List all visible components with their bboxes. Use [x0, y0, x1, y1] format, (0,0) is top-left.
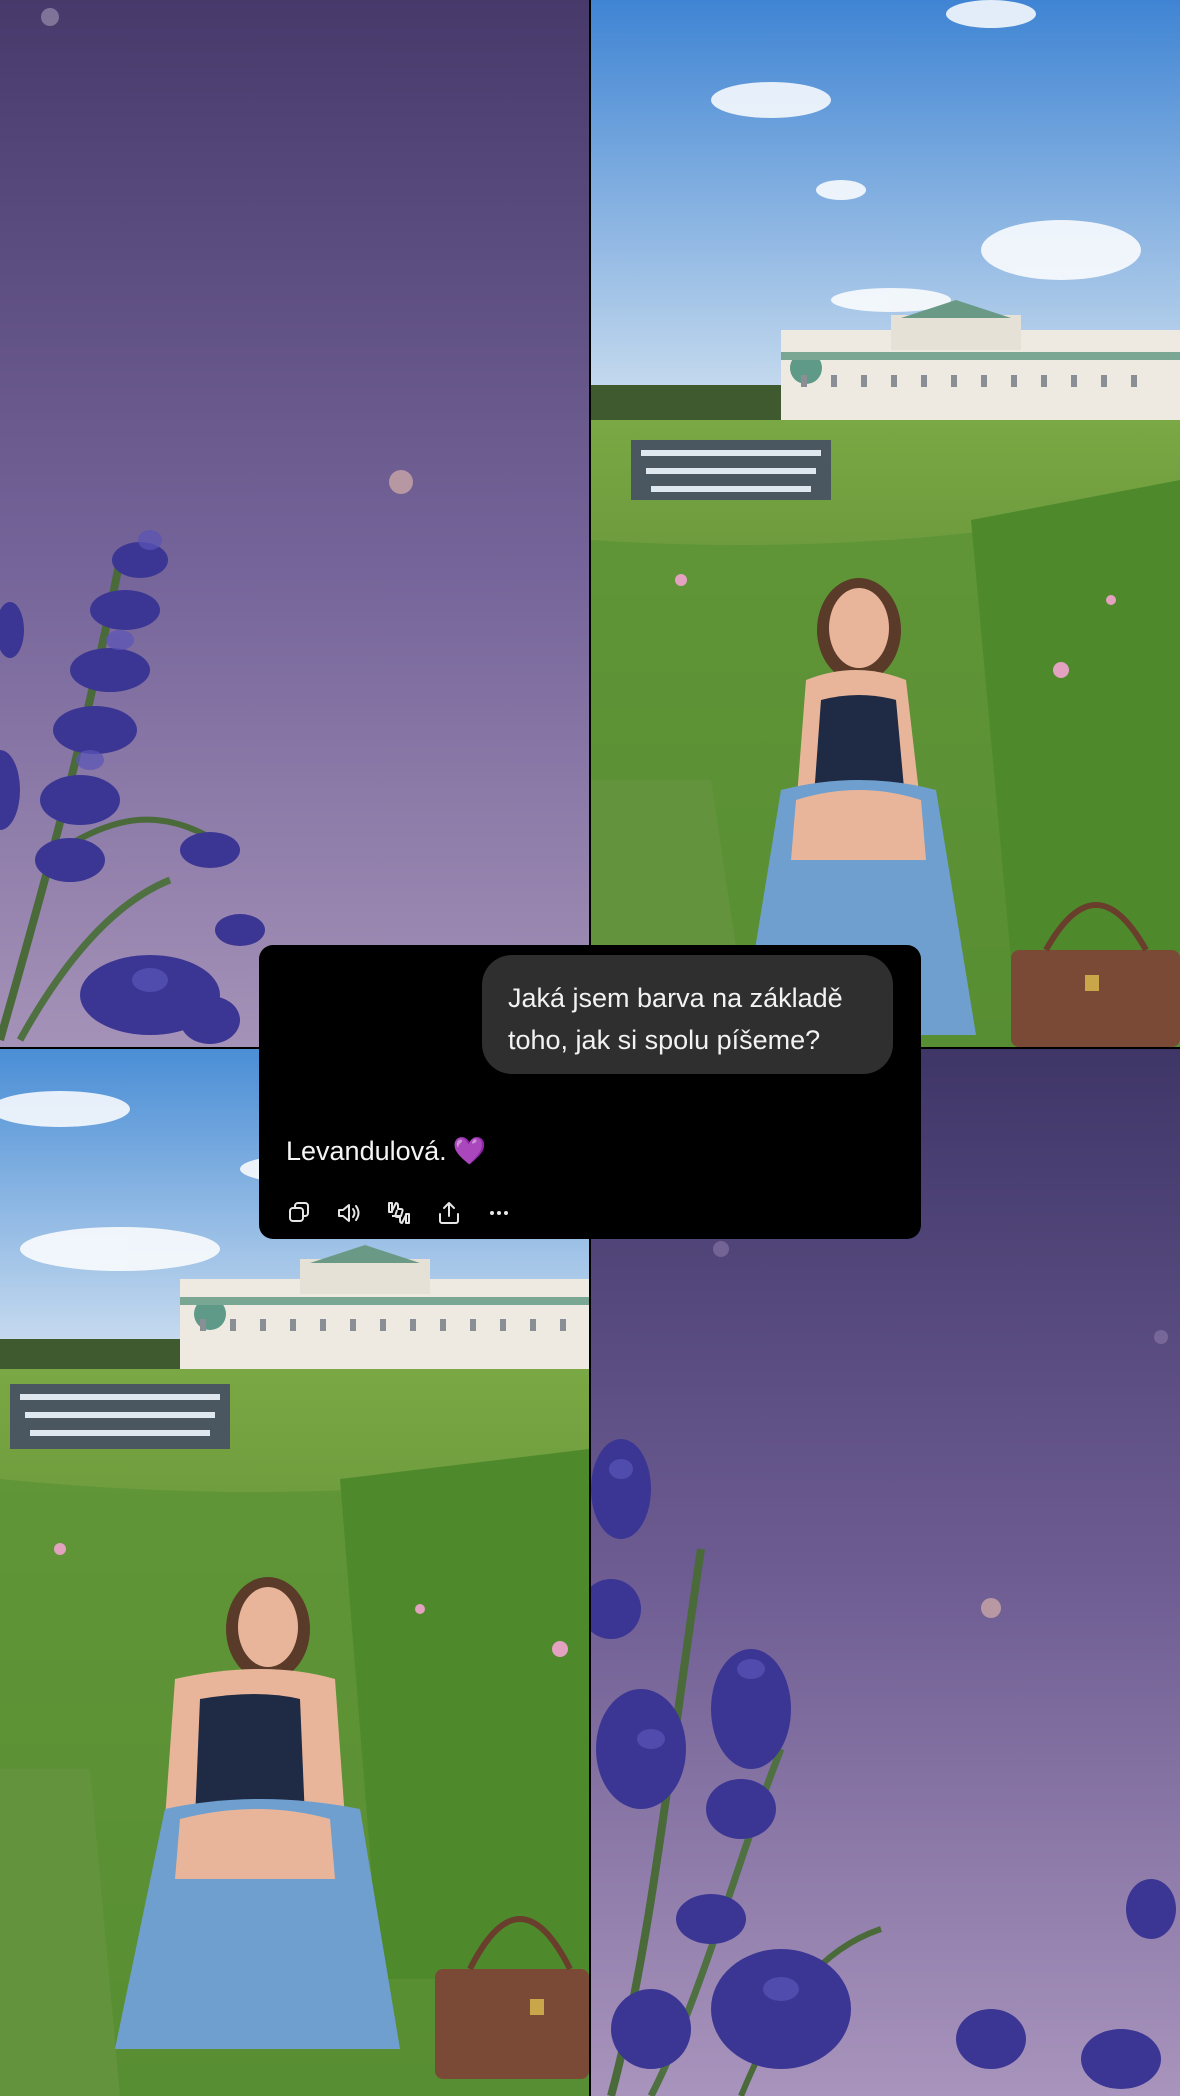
share-icon [439, 1202, 459, 1224]
feedback-button[interactable] [385, 1199, 413, 1227]
user-message-line-2: toho, jak si spolu píšeme? [508, 1025, 821, 1055]
collage: Jaká jsem barva na základě toho, jak si … [0, 0, 1180, 2096]
chat-card: Jaká jsem barva na základě toho, jak si … [259, 945, 921, 1239]
user-message-line-1: Jaká jsem barva na základě [508, 983, 843, 1013]
palace-photo-top-right [591, 0, 1180, 1047]
more-options-button[interactable] [485, 1199, 513, 1227]
purple-heart-emoji: 💜 [452, 1136, 487, 1166]
message-action-bar [285, 1198, 513, 1228]
share-button[interactable] [435, 1199, 463, 1227]
assistant-message: Levandulová. 💜 [286, 1133, 486, 1169]
copy-icon [289, 1202, 309, 1222]
user-message-bubble: Jaká jsem barva na základě toho, jak si … [482, 955, 893, 1074]
assistant-message-text: Levandulová. [286, 1136, 447, 1166]
speaker-icon [338, 1204, 360, 1222]
thumbs-feedback-icon [388, 1202, 410, 1224]
read-aloud-button[interactable] [335, 1199, 363, 1227]
copy-button[interactable] [285, 1199, 313, 1227]
lavender-photo-top-left [0, 0, 589, 1047]
more-icon [490, 1211, 508, 1215]
